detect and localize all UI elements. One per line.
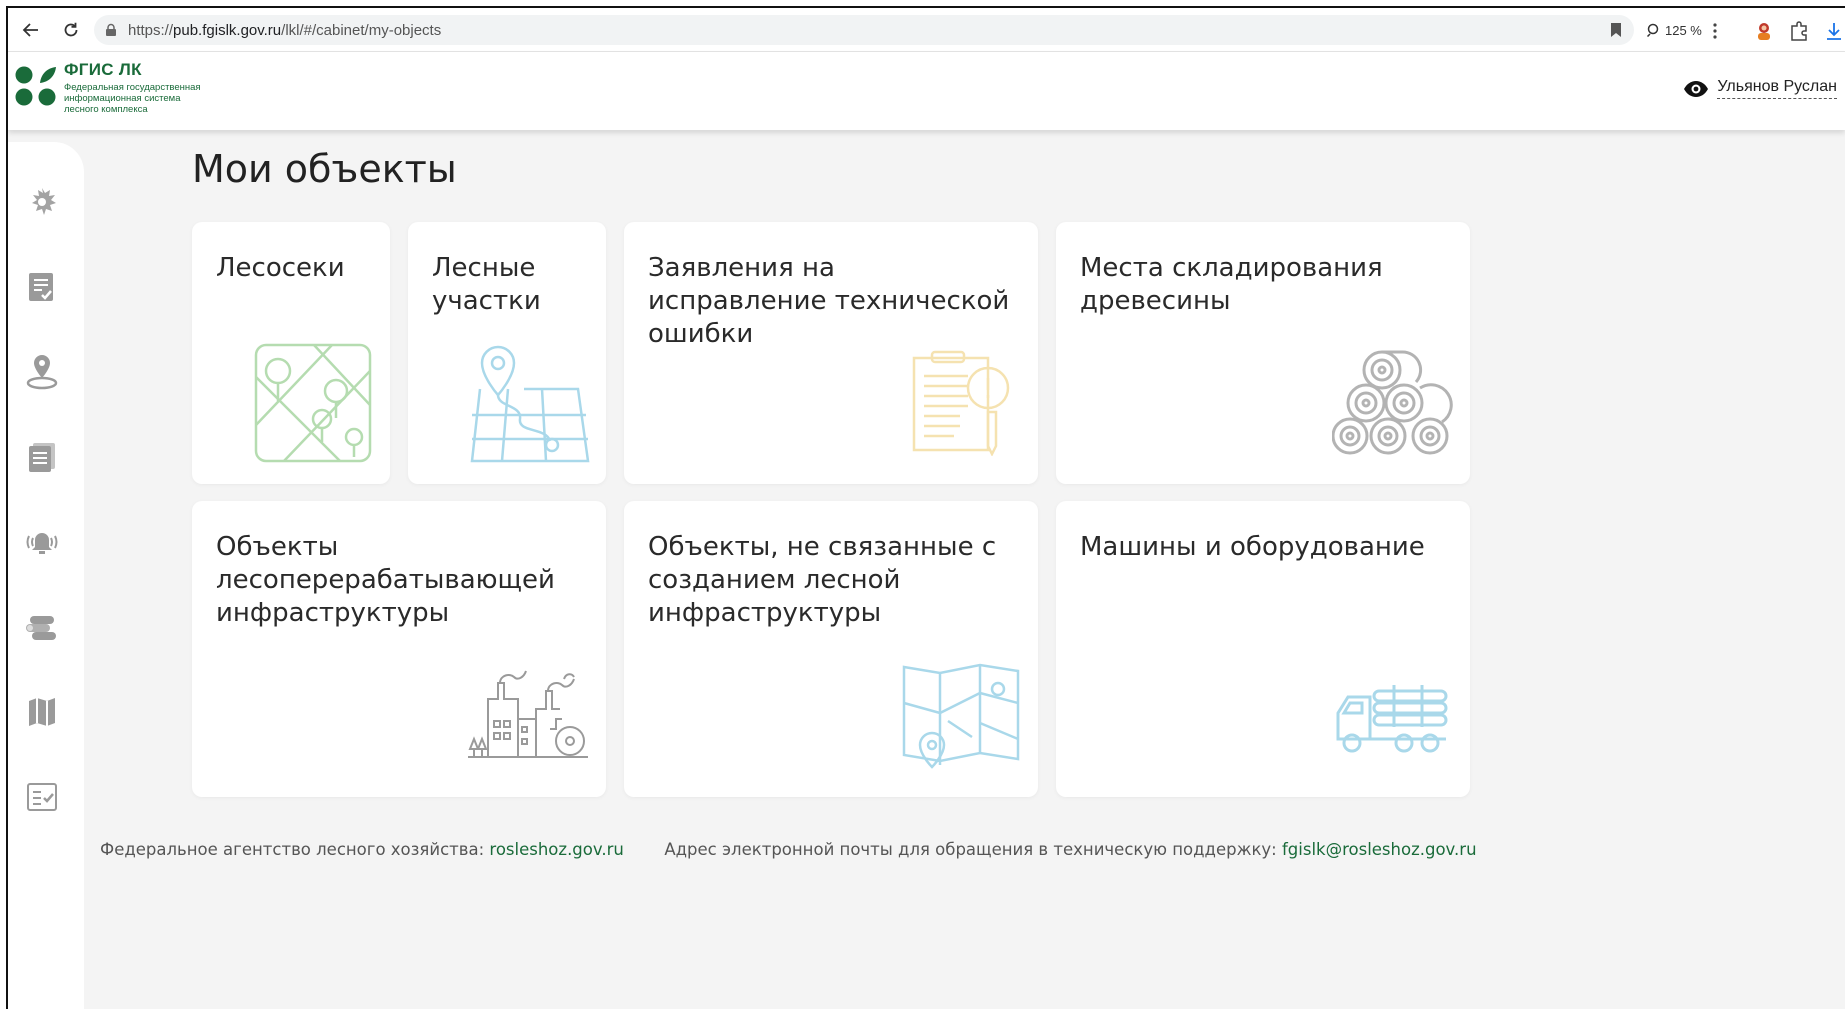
documents-icon — [29, 443, 55, 472]
bookmark-icon[interactable] — [1610, 22, 1622, 38]
card-mashiny-i-oborudovanie[interactable]: Машины и оборудование — [1056, 501, 1470, 797]
zoom-level: 125 % — [1665, 22, 1702, 38]
logs-icon — [26, 616, 56, 640]
sidebar-item-alarm[interactable] — [24, 524, 60, 560]
eye-icon[interactable] — [1683, 80, 1709, 98]
timber-truck-icon — [1336, 685, 1448, 753]
log-pile-icon — [1332, 350, 1453, 455]
extension-avatar-icon[interactable] — [1753, 20, 1775, 42]
card-title: Лесосеки — [216, 253, 345, 283]
map-icon — [29, 698, 55, 726]
user-menu[interactable]: Ульянов Руслан — [1683, 78, 1837, 99]
footer-agency-label: Федеральное агентство лесного хозяйства: — [100, 840, 485, 859]
sawmill-factory-icon — [468, 670, 588, 758]
url-path: /lkl/#/cabinet/my-objects — [281, 21, 442, 39]
card-title: Заявления на исправление технической оши… — [648, 253, 1010, 349]
brand-subtitle: Федеральная государственная информационн… — [64, 82, 201, 115]
card-title: Объекты лесоперерабатывающей инфраструкт… — [216, 532, 555, 628]
reload-button[interactable] — [54, 13, 88, 47]
document-error-icon — [912, 350, 1010, 456]
kebab-menu-icon[interactable] — [1704, 20, 1726, 42]
footer-agency-link[interactable]: rosleshoz.gov.ru — [489, 840, 623, 859]
brand-title: ФГИС ЛК — [64, 60, 142, 79]
lock-icon — [106, 23, 116, 36]
checklist-icon — [29, 273, 53, 301]
map-pin-map-icon — [470, 345, 590, 463]
forest-plot-icon — [254, 343, 372, 463]
emblem-icon — [32, 188, 56, 215]
brand-block[interactable]: ФГИС ЛК Федеральная государственная инфо… — [64, 60, 214, 115]
card-obekty-ne-svyazannye[interactable]: Объекты, не связанные с созданием лесной… — [624, 501, 1038, 797]
tasks-icon — [27, 783, 57, 811]
sidebar-item-logs[interactable] — [24, 609, 60, 645]
card-obekty-lesopererabatyvayushchey[interactable]: Объекты лесоперерабатывающей инфраструкт… — [192, 501, 606, 797]
arrow-left-icon — [22, 22, 38, 37]
sidebar — [8, 142, 84, 1009]
site-header: ФГИС ЛК Федеральная государственная инфо… — [8, 52, 1845, 130]
user-name: Ульянов Руслан — [1717, 78, 1837, 99]
back-button[interactable] — [14, 13, 48, 47]
url-text: https://pub.fgislk.gov.ru/lkl/#/cabinet/… — [128, 22, 441, 39]
address-bar[interactable]: https://pub.fgislk.gov.ru/lkl/#/cabinet/… — [94, 15, 1634, 45]
location-pin-icon — [26, 355, 58, 390]
footer-support-link[interactable]: fgislk@rosleshoz.gov.ru — [1282, 840, 1477, 859]
sidebar-item-documents[interactable] — [24, 439, 60, 475]
sidebar-item-map[interactable] — [24, 694, 60, 730]
download-icon[interactable] — [1823, 20, 1845, 42]
sidebar-item-emblem[interactable] — [24, 184, 60, 220]
zoom-indicator[interactable]: 125 % — [1636, 15, 1712, 45]
reload-icon — [64, 22, 78, 36]
footer-support-label: Адрес электронной почты для обращения в … — [664, 840, 1277, 859]
card-title: Машины и оборудование — [1080, 532, 1425, 562]
browser-toolbar: https://pub.fgislk.gov.ru/lkl/#/cabinet/… — [8, 8, 1845, 52]
card-zayavleniya[interactable]: Заявления на исправление технической оши… — [624, 222, 1038, 484]
card-title: Объекты, не связанные с созданием лесной… — [648, 532, 997, 628]
card-title: Лесные участки — [432, 253, 541, 316]
card-title: Места складирования древесины — [1080, 253, 1383, 316]
zoom-icon — [1646, 23, 1659, 37]
alarm-icon — [26, 533, 58, 554]
folded-map-icon — [902, 663, 1020, 769]
page-title: Мои объекты — [192, 147, 457, 191]
card-lesnye-uchastki[interactable]: Лесные участки — [408, 222, 606, 484]
extensions-icon[interactable] — [1788, 20, 1810, 42]
sidebar-item-checklist[interactable] — [24, 269, 60, 305]
footer: Федеральное агентство лесного хозяйства:… — [100, 840, 1477, 859]
url-host: pub.fgislk.gov.ru — [173, 21, 282, 39]
sidebar-item-location[interactable] — [24, 354, 60, 390]
browser-window: https://pub.fgislk.gov.ru/lkl/#/cabinet/… — [6, 6, 1845, 1009]
card-mesta-skladirovaniya[interactable]: Места складирования древесины — [1056, 222, 1470, 484]
sidebar-item-tasks[interactable] — [24, 779, 60, 815]
fgis-logo[interactable] — [14, 64, 58, 108]
url-prefix: https:// — [128, 21, 174, 39]
card-lesoseki[interactable]: Лесосеки — [192, 222, 390, 484]
